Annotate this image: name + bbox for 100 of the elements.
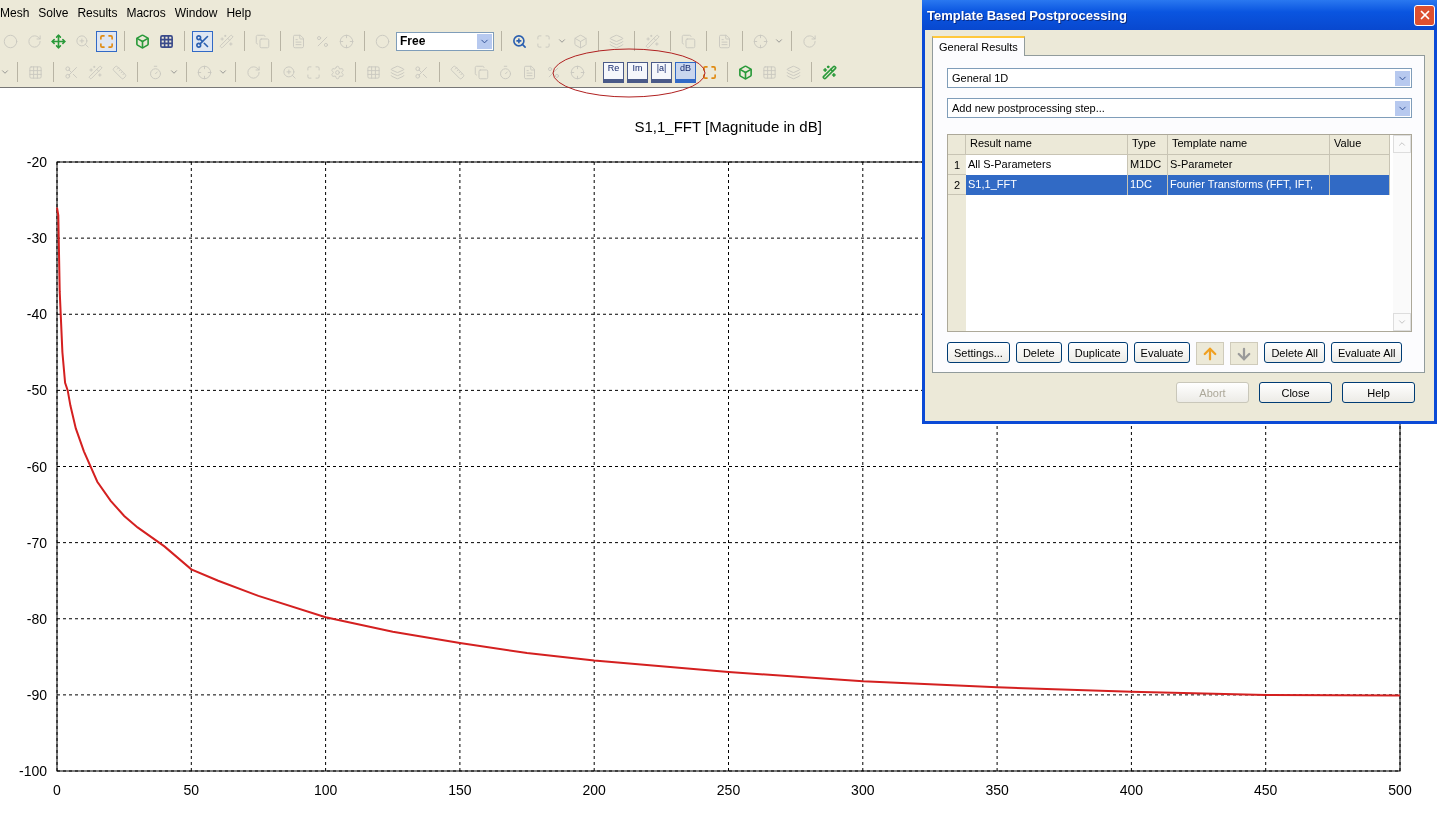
caret-icon (1397, 139, 1407, 149)
copy-icon (681, 33, 696, 49)
zoom-in-icon (512, 33, 527, 49)
tab[interactable]: General Results (932, 36, 1025, 56)
table-cell[interactable]: S-Parameter (1168, 155, 1330, 175)
caret-icon[interactable] (774, 36, 784, 46)
expand-icon (306, 64, 321, 80)
document-icon (291, 33, 306, 49)
wand-icon (645, 33, 660, 49)
table-cell[interactable]: M1DC (1128, 155, 1168, 175)
layers-icon (786, 64, 801, 80)
crosshair-icon (197, 64, 212, 80)
zoom-in-icon (75, 33, 90, 49)
plot-mode-button[interactable]: |a| (651, 61, 672, 83)
plot-mode-button[interactable]: dB (675, 61, 696, 83)
timer-icon (148, 64, 163, 80)
menu-item[interactable]: Help (226, 6, 252, 20)
action-button[interactable]: Evaluate All (1330, 342, 1403, 363)
expand-icon (702, 64, 717, 80)
action-button[interactable]: Evaluate (1133, 342, 1191, 363)
table-cell[interactable] (1330, 175, 1390, 195)
copy-icon (255, 33, 270, 49)
table-cell[interactable]: Fourier Transforms (FFT, IFT, (1168, 175, 1330, 195)
plot-mode-button[interactable]: Re (603, 61, 624, 83)
dialog-button[interactable]: Help (1342, 382, 1415, 403)
crosshair-icon (339, 33, 354, 49)
axis-label: 250 (716, 782, 741, 798)
copy-icon (474, 64, 489, 80)
caret-icon[interactable] (557, 36, 567, 46)
menu-item[interactable]: Macros (126, 6, 166, 20)
circle-icon (3, 33, 18, 49)
timer-icon (498, 64, 513, 80)
axis-label: 400 (1119, 782, 1144, 798)
toolbar-button[interactable] (192, 30, 213, 52)
column-header[interactable]: Type (1128, 135, 1168, 155)
caret-icon[interactable] (0, 67, 10, 77)
action-button[interactable]: Delete (1015, 342, 1062, 363)
expand-icon (536, 33, 551, 49)
percent-icon (315, 33, 330, 49)
axis-label: -40 (26, 306, 47, 323)
cube-icon (135, 33, 150, 49)
axis-label: 450 (1254, 782, 1278, 798)
view-mode-dropdown[interactable]: Free (396, 31, 494, 51)
menu-item[interactable]: Window (174, 6, 218, 20)
dialog-title: Template Based Postprocessing (927, 7, 1127, 23)
table-cell[interactable]: All S-Parameters (966, 155, 1128, 175)
layers-icon (390, 64, 405, 80)
menu-item[interactable]: Results (77, 6, 118, 20)
caret-icon[interactable] (218, 67, 228, 77)
menu-item[interactable]: Mesh (0, 6, 30, 20)
action-button[interactable]: Settings... (947, 342, 1010, 363)
settings-icon (330, 64, 345, 80)
axis-label: -60 (26, 458, 47, 475)
axis-label: 350 (985, 782, 1009, 798)
grid-icon (28, 64, 43, 80)
layers-icon (609, 33, 624, 49)
cube-icon (573, 33, 588, 49)
scroll-up-button[interactable] (1393, 135, 1411, 153)
axis-label: -90 (26, 686, 47, 703)
axis-label: 300 (851, 782, 875, 798)
percent-icon (546, 64, 561, 80)
category-dropdown[interactable]: General 1D (947, 68, 1412, 88)
circle-icon (375, 33, 390, 49)
toolbar-button[interactable] (96, 30, 117, 52)
column-header[interactable]: Result name (966, 135, 1128, 155)
scissors-icon (414, 64, 429, 80)
ruler-icon (450, 64, 465, 80)
table-cell[interactable]: 1DC (1128, 175, 1168, 195)
caret-icon[interactable] (169, 67, 179, 77)
column-header[interactable]: Value (1330, 135, 1390, 155)
scroll-down-button[interactable] (1393, 313, 1411, 331)
axis-label: -80 (26, 610, 47, 627)
ruler-icon (112, 64, 127, 80)
document-icon (522, 64, 537, 80)
column-header[interactable]: Template name (1168, 135, 1330, 155)
axis-label: 100 (313, 782, 338, 798)
action-button[interactable]: Delete All (1264, 342, 1325, 363)
axis-label: 0 (53, 782, 61, 798)
rotate-icon (802, 33, 817, 49)
axis-label: -20 (26, 154, 47, 170)
axis-label: -50 (26, 382, 47, 399)
action-button[interactable]: Duplicate (1067, 342, 1128, 363)
rotate-icon (27, 33, 42, 49)
caret-icon (1397, 317, 1407, 327)
move-icon (51, 33, 66, 49)
grid-icon (159, 33, 174, 49)
zoom-in-icon (282, 64, 297, 80)
table-cell[interactable]: S1,1_FFT (966, 175, 1128, 195)
axis-label: 50 (183, 782, 200, 798)
close-button[interactable] (1414, 4, 1435, 26)
chart-title: S1,1_FFT [Magnitude in dB] (634, 118, 822, 135)
wand-icon (88, 64, 103, 80)
plot-mode-button[interactable]: Im (627, 61, 648, 83)
menu-item[interactable]: Solve (38, 6, 69, 20)
expand-icon (99, 33, 114, 49)
step-dropdown[interactable]: Add new postprocessing step... (947, 98, 1412, 118)
table-cell[interactable] (1330, 155, 1390, 175)
move-up-button[interactable] (1196, 342, 1225, 365)
dialog-button[interactable]: Close (1259, 382, 1332, 403)
axis-label: -30 (26, 230, 47, 247)
